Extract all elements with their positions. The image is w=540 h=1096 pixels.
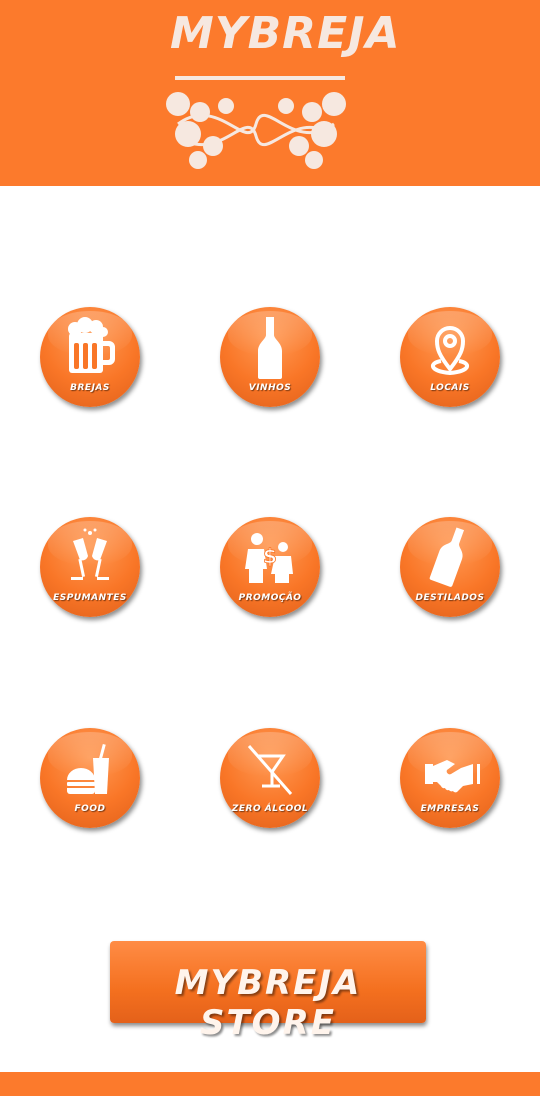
menu-button-zero-alcool[interactable]: ZERO ÁLCOOL (220, 728, 320, 828)
menu-button-promocao[interactable]: $ PROMOÇÃO (220, 517, 320, 617)
hop-vines-logo-icon (166, 92, 346, 169)
menu-label: VINHOS (248, 383, 292, 393)
burger-drink-icon (67, 743, 109, 794)
menu-label: EMPRESAS (420, 804, 480, 814)
menu-button-vinhos[interactable]: VINHOS (220, 307, 320, 407)
menu-button-locais[interactable]: LOCAIS (400, 307, 500, 407)
liquor-bottle-icon (429, 527, 465, 587)
svg-text:$: $ (263, 544, 277, 568)
no-alcohol-icon (247, 745, 293, 795)
store-button[interactable]: MYBREJA STORE (110, 941, 426, 1043)
logo-divider (175, 76, 345, 80)
menu-label: PROMOÇÃO (238, 593, 302, 603)
header-bar: MYBREJA (0, 0, 540, 186)
map-pin-icon (431, 326, 469, 376)
wine-bottle-icon (258, 317, 282, 379)
menu-label: BREJAS (70, 383, 110, 393)
menu-label: FOOD (74, 804, 106, 814)
app-logo-text: MYBREJA (170, 8, 401, 59)
menu-label: DESTILADOS (415, 593, 485, 603)
promotion-dollar-icon: $ (245, 533, 293, 583)
menu-button-brejas[interactable]: BREJAS (40, 307, 140, 407)
menu-button-food[interactable]: FOOD (40, 728, 140, 828)
menu-button-destilados[interactable]: DESTILADOS (400, 517, 500, 617)
handshake-icon (425, 760, 480, 793)
menu-button-empresas[interactable]: EMPRESAS (400, 728, 500, 828)
store-button-label: MYBREJA STORE (174, 963, 362, 1043)
menu-button-espumantes[interactable]: ESPUMANTES (40, 517, 140, 617)
beer-mug-icon (68, 317, 115, 373)
menu-label: ZERO ÁLCOOL (231, 804, 309, 814)
champagne-glasses-icon (71, 528, 109, 580)
footer-bar (0, 1072, 540, 1096)
menu-label: LOCAIS (430, 383, 470, 393)
menu-label: ESPUMANTES (53, 593, 127, 603)
